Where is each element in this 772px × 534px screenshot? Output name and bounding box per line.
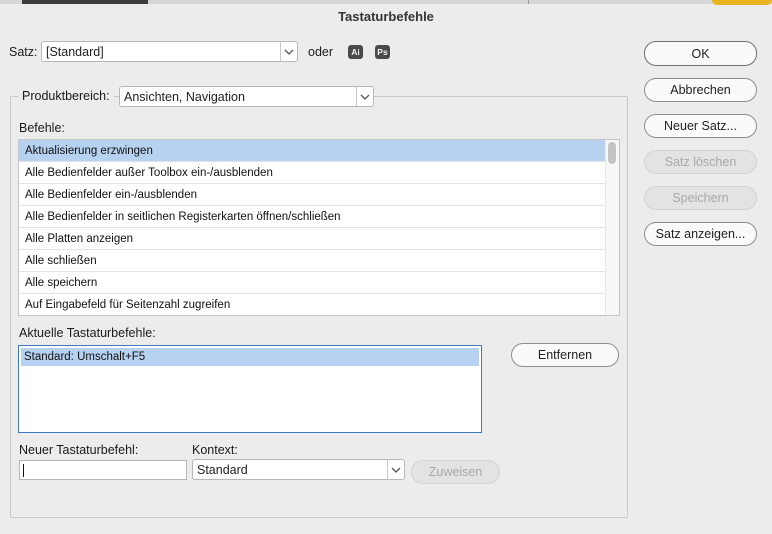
context-dropdown-value: Standard [197,462,248,477]
current-shortcuts-list[interactable]: Standard: Umschalt+F5 [18,345,482,433]
list-item[interactable]: Alle schließen [19,250,607,272]
set-dropdown-value: [Standard] [46,44,104,59]
context-label: Kontext: [192,443,238,457]
photoshop-icon[interactable]: Ps [375,45,390,59]
commands-list[interactable]: Aktualisierung erzwingen Alle Bedienfeld… [18,139,620,316]
illustrator-icon[interactable]: Ai [348,45,363,59]
ok-button[interactable]: OK [644,41,757,66]
list-item[interactable]: Standard: Umschalt+F5 [21,348,479,366]
product-area-dropdown-value: Ansichten, Navigation [124,89,245,104]
list-item[interactable]: Aktualisierung erzwingen [19,140,607,162]
scrollbar-thumb[interactable] [608,142,616,164]
remove-shortcut-button[interactable]: Entfernen [511,343,619,367]
list-item[interactable]: Alle Bedienfelder ein-/ausblenden [19,184,607,206]
set-dropdown[interactable]: [Standard] [41,41,298,62]
delete-set-button[interactable]: Satz löschen [644,150,757,174]
new-shortcut-label: Neuer Tastaturbefehl: [19,443,139,457]
list-item[interactable]: Alle speichern [19,272,607,294]
new-shortcut-input[interactable] [19,460,187,480]
show-set-button[interactable]: Satz anzeigen... [644,222,757,246]
chevron-down-icon [280,42,297,61]
current-shortcuts-label: Aktuelle Tastaturbefehle: [19,326,156,340]
new-set-button[interactable]: Neuer Satz... [644,114,757,138]
list-item[interactable]: Alle Platten anzeigen [19,228,607,250]
product-area-label: Produktbereich: [18,89,114,103]
chevron-down-icon [356,87,373,106]
list-item[interactable]: Alle Bedienfelder in seitlichen Register… [19,206,607,228]
assign-button[interactable]: Zuweisen [411,460,500,484]
cancel-button[interactable]: Abbrechen [644,78,757,102]
list-item[interactable]: Alle Bedienfelder außer Toolbox ein-/aus… [19,162,607,184]
context-dropdown[interactable]: Standard [192,459,405,480]
list-item[interactable]: Auf Eingabefeld für Seitenzahl zugreifen [19,294,607,315]
chevron-down-icon [387,460,404,479]
text-caret [23,464,24,477]
save-set-button[interactable]: Speichern [644,186,757,210]
commands-label: Befehle: [19,121,65,135]
dialog-title: Tastaturbefehle [338,9,434,24]
product-area-dropdown[interactable]: Ansichten, Navigation [119,86,374,107]
set-label: Satz: [9,45,38,59]
commands-scrollbar[interactable] [605,140,619,315]
or-label: oder [308,45,334,59]
